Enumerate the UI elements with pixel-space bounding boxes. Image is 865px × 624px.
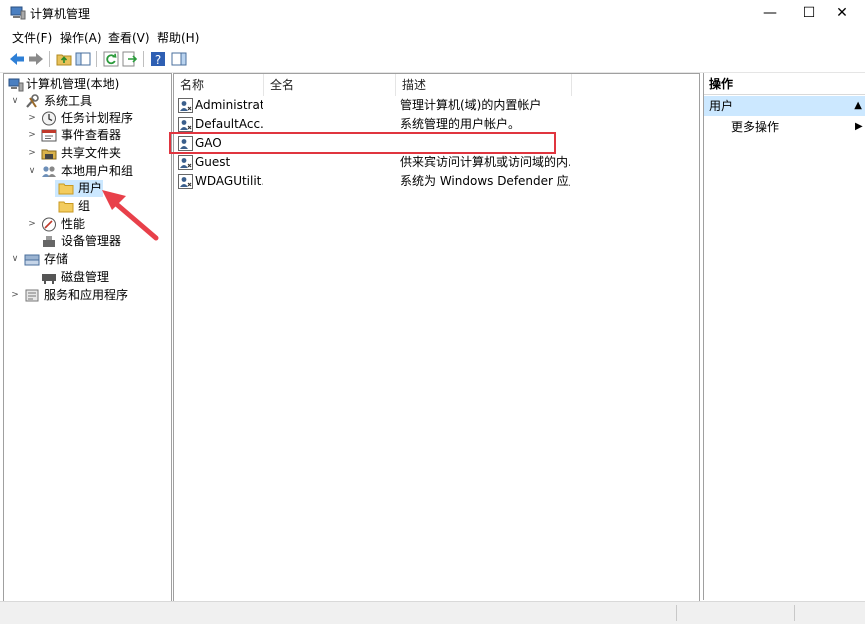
actions-header: 操作 xyxy=(704,73,865,95)
user-icon xyxy=(178,155,193,170)
disk-management-icon xyxy=(42,274,56,284)
event-viewer-icon xyxy=(41,129,57,142)
tree-item-services-applications[interactable]: > 服务和应用程序 xyxy=(4,287,169,304)
window-title: 计算机管理 xyxy=(30,7,91,21)
tree-item-label: 共享文件夹 xyxy=(61,146,122,160)
user-icon xyxy=(178,117,193,132)
tree-item-label: 磁盘管理 xyxy=(61,270,110,284)
user-description: 系统为 Windows Defender 应用... xyxy=(400,174,570,188)
user-name: WDAGUtilit... xyxy=(195,174,263,188)
actions-section-users[interactable]: 用户 ▲ xyxy=(704,96,865,116)
more-actions-item[interactable]: 更多操作 xyxy=(731,118,779,136)
user-icon xyxy=(178,98,193,113)
collapse-icon[interactable]: ∨ xyxy=(27,163,37,180)
table-row[interactable]: Guest 供来宾访问计算机或访问域的内... xyxy=(174,153,699,172)
tree-item-shared-folders[interactable]: > 共享文件夹 xyxy=(4,145,169,162)
user-name: Guest xyxy=(195,155,231,169)
user-name: Administrat... xyxy=(195,98,263,112)
menu-help[interactable]: 帮助(H) xyxy=(157,29,199,46)
expand-icon[interactable]: > xyxy=(10,287,20,304)
user-description: 供来宾访问计算机或访问域的内... xyxy=(400,155,570,169)
annotation-arrow xyxy=(102,190,159,241)
performance-icon xyxy=(42,217,56,232)
expand-icon[interactable]: > xyxy=(27,145,37,162)
show-hide-tree-icon[interactable] xyxy=(74,50,92,68)
export-list-icon[interactable] xyxy=(121,50,139,68)
folder-icon xyxy=(58,183,74,195)
status-separator xyxy=(676,605,677,621)
services-apps-icon xyxy=(25,289,39,302)
menu-file[interactable]: 文件(F) xyxy=(12,29,52,46)
collapse-icon[interactable]: ∨ xyxy=(10,93,20,110)
close-button[interactable]: ✕ xyxy=(819,0,865,26)
tree-item-label: 系统工具 xyxy=(44,94,93,108)
action-pane-icon[interactable] xyxy=(170,50,188,68)
local-users-groups-icon xyxy=(42,166,56,177)
tree-item-computer-management[interactable]: 计算机管理(本地) xyxy=(4,76,169,93)
status-separator xyxy=(794,605,795,621)
tree-item-task-scheduler[interactable]: > 任务计划程序 xyxy=(4,110,169,127)
column-header-name[interactable]: 名称 xyxy=(174,74,264,96)
tree-item-storage[interactable]: ∨ 存储 xyxy=(4,251,169,268)
status-bar xyxy=(0,601,865,624)
expand-icon[interactable]: > xyxy=(27,110,37,127)
up-folder-icon[interactable] xyxy=(55,50,73,68)
tree-item-label: 服务和应用程序 xyxy=(44,288,129,302)
back-icon[interactable] xyxy=(8,50,26,68)
submenu-arrow-icon[interactable]: ▶ xyxy=(855,118,863,136)
table-row[interactable]: WDAGUtilit... 系统为 Windows Defender 应用... xyxy=(174,172,699,191)
tree-item-label: 计算机管理(本地) xyxy=(26,77,120,91)
refresh-icon[interactable] xyxy=(102,50,120,68)
toolbar-separator xyxy=(96,51,97,67)
expand-icon[interactable]: > xyxy=(27,127,37,144)
tree-item-event-viewer[interactable]: > 事件查看器 xyxy=(4,127,169,144)
folder-icon xyxy=(58,201,74,213)
tree-item-disk-management[interactable]: 磁盘管理 xyxy=(4,269,169,286)
computer-management-icon xyxy=(10,6,26,20)
tree-item-system-tools[interactable]: ∨ 系统工具 xyxy=(4,93,169,110)
expand-icon[interactable]: > xyxy=(27,216,37,233)
column-header-description[interactable]: 描述 xyxy=(396,74,572,96)
tree-item-label: 任务计划程序 xyxy=(61,111,134,125)
tree-item-label: 性能 xyxy=(61,217,86,231)
collapse-icon[interactable]: ∨ xyxy=(10,251,20,268)
toolbar-separator xyxy=(143,51,144,67)
toolbar-separator xyxy=(49,51,50,67)
computer-management-icon xyxy=(8,78,24,92)
collapse-up-icon[interactable]: ▲ xyxy=(854,96,862,116)
title-bar: 计算机管理 — ☐ ✕ xyxy=(0,0,865,26)
storage-icon xyxy=(24,254,40,266)
menu-bar: 文件(F) 操作(A) 查看(V) 帮助(H) xyxy=(0,26,865,46)
user-icon xyxy=(178,174,193,189)
menu-view[interactable]: 查看(V) xyxy=(108,29,150,46)
tools-icon xyxy=(26,94,39,108)
help-icon[interactable]: ? xyxy=(149,50,167,68)
toolbar: ? xyxy=(0,46,865,73)
user-description: 管理计算机(域)的内置帐户 xyxy=(400,98,542,112)
menu-action[interactable]: 操作(A) xyxy=(60,29,102,46)
device-manager-icon xyxy=(43,236,55,247)
forward-icon[interactable] xyxy=(27,50,45,68)
navigation-tree: 计算机管理(本地) ∨ 系统工具 > 任务计划程序 > 事件查看器 > 共享文件… xyxy=(3,73,172,602)
actions-section-label: 用户 xyxy=(709,99,734,113)
tree-item-label: 事件查看器 xyxy=(61,128,122,142)
task-scheduler-icon xyxy=(42,111,56,126)
actions-pane: 操作 用户 ▲ 更多操作 ▶ xyxy=(703,73,865,600)
tree-item-label: 组 xyxy=(78,199,91,213)
table-row[interactable]: Administrat... 管理计算机(域)的内置帐户 xyxy=(174,96,699,115)
column-header-fullname[interactable]: 全名 xyxy=(264,74,396,96)
tree-item-label: 存储 xyxy=(44,252,69,266)
annotation-highlight-box xyxy=(169,132,556,154)
shared-folder-icon xyxy=(41,149,57,160)
svg-text:?: ? xyxy=(155,53,161,67)
